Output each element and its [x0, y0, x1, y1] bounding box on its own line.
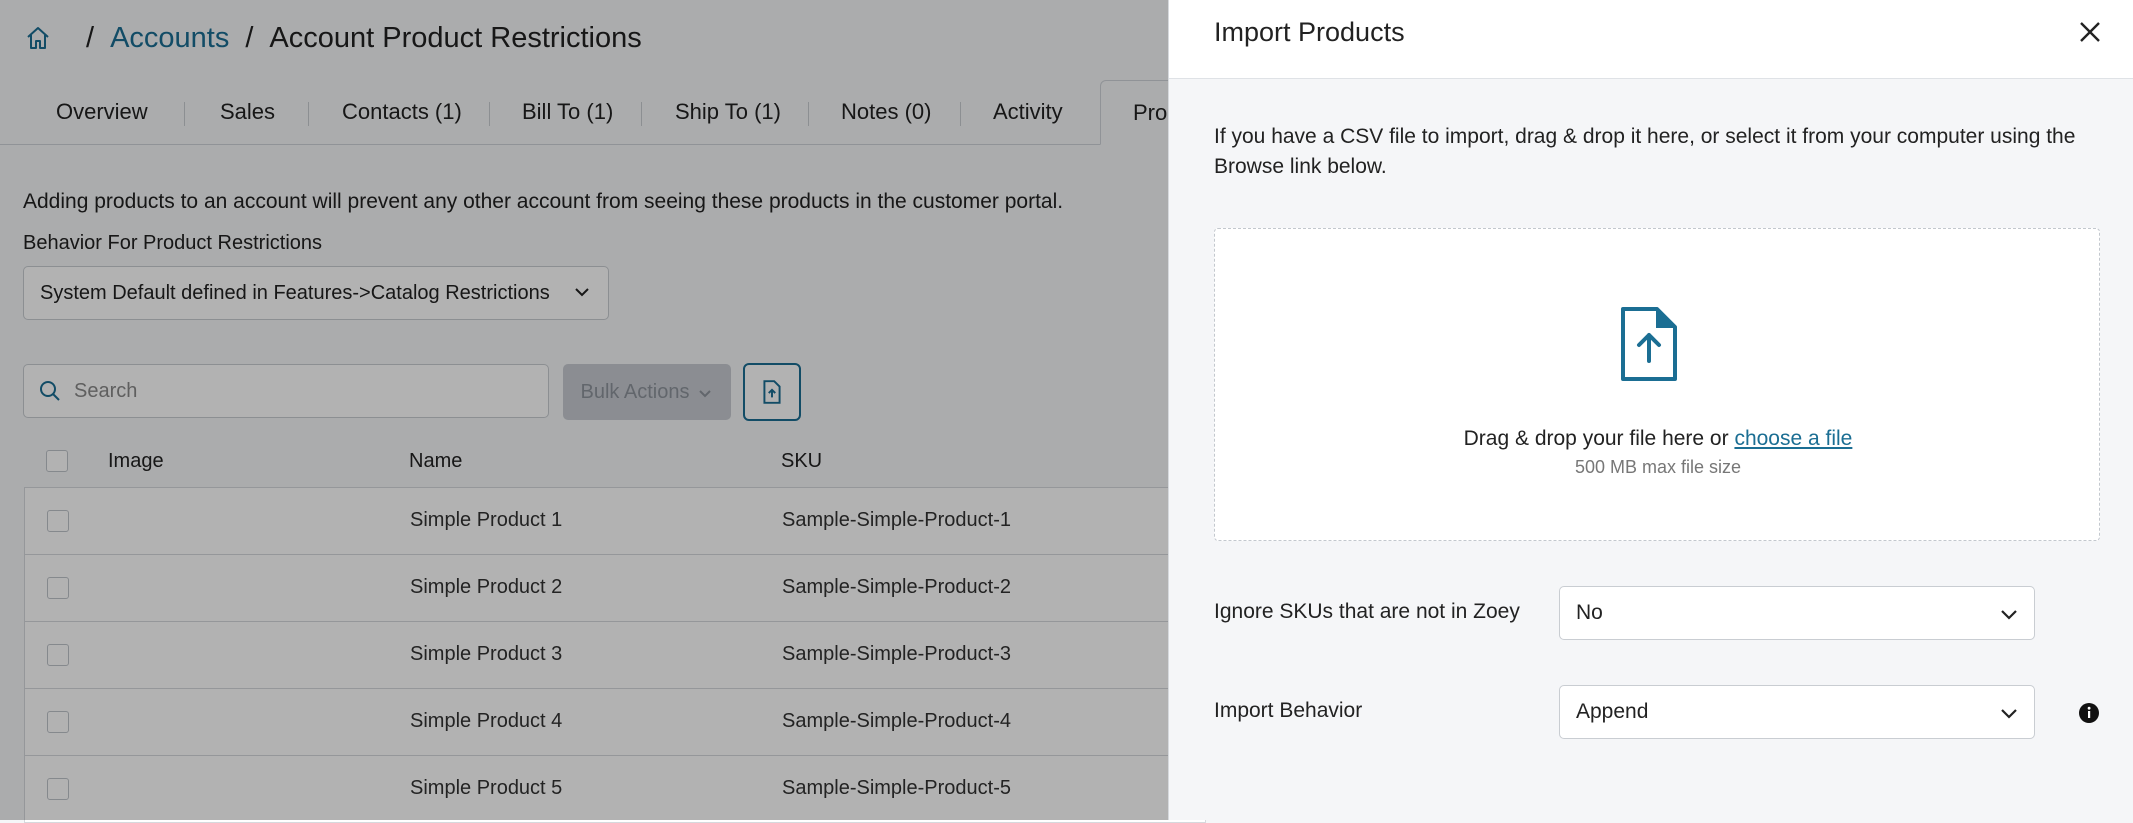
max-file-size-note: 500 MB max file size [1574, 457, 1742, 477]
close-icon[interactable] [2076, 18, 2104, 46]
drawer-header: Import Products [1169, 0, 2133, 79]
ignore-skus-label: Ignore SKUs that are not in Zoey [1214, 600, 1520, 623]
file-dropzone[interactable]: Drag & drop your file here or choose a f… [1214, 228, 2100, 541]
chevron-down-icon [1998, 702, 2020, 724]
import-behavior-select[interactable]: Append [1559, 685, 2035, 739]
import-products-drawer: Import Products If you have a CSV file t… [1168, 0, 2133, 820]
drawer-title: Import Products [1214, 17, 1405, 47]
chevron-down-icon [1998, 603, 2020, 625]
import-behavior-label: Import Behavior [1214, 699, 1363, 722]
choose-file-link[interactable]: choose a file [1734, 427, 1852, 450]
ignore-skus-value: No [1576, 601, 1603, 624]
import-instructions: If you have a CSV file to import, drag &… [1214, 125, 2076, 178]
import-behavior-value: Append [1576, 700, 1649, 723]
modal-backdrop[interactable] [0, 0, 1168, 820]
file-upload-icon [1617, 305, 1681, 383]
dropzone-text: Drag & drop your file here or choose a f… [1215, 427, 2101, 451]
info-icon[interactable] [2078, 702, 2100, 724]
dropzone-instruction: Drag & drop your file here or [1463, 427, 1735, 450]
ignore-skus-select[interactable]: No [1559, 586, 2035, 640]
